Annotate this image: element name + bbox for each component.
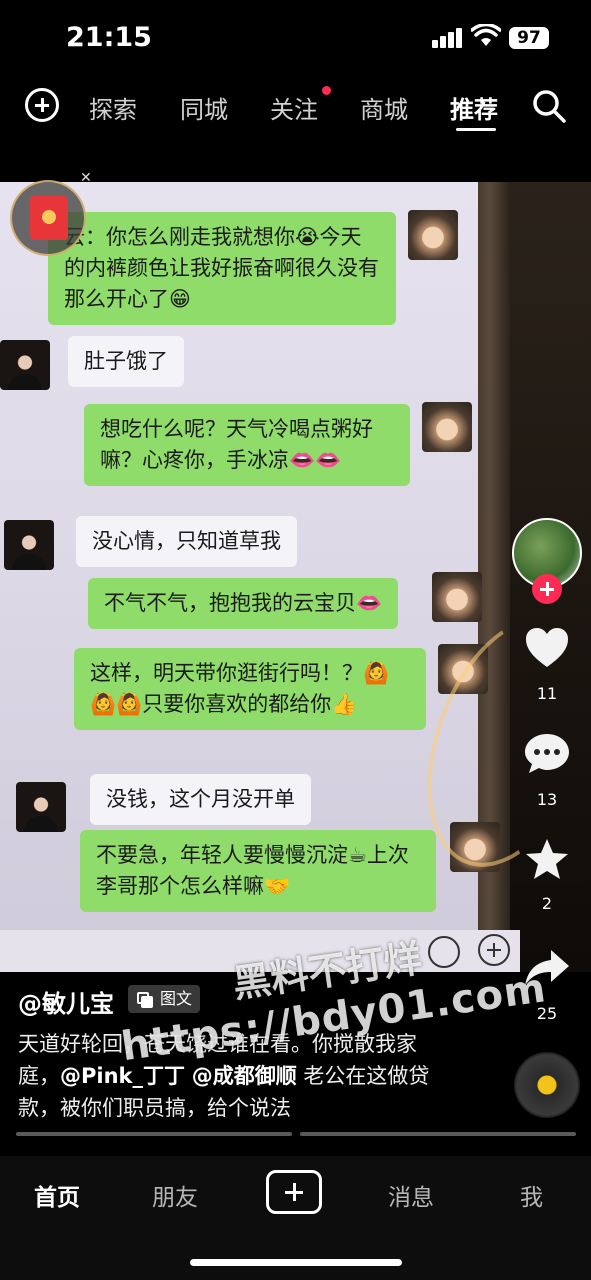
comment-count: 13: [536, 790, 558, 809]
top-nav: 探索 同城 关注 商城 推荐: [0, 78, 591, 138]
battery-indicator: 97: [509, 27, 549, 49]
comment-icon[interactable]: [523, 730, 571, 778]
status-bar: 21:15 97: [0, 0, 591, 78]
chat-bubble-received: 肚子饿了: [68, 336, 184, 387]
status-time: 21:15: [66, 22, 152, 53]
wifi-icon: [471, 24, 501, 46]
tab-recommend[interactable]: 推荐: [450, 90, 498, 125]
avatar: [16, 782, 66, 832]
heart-icon[interactable]: [523, 624, 571, 672]
chat-bubble-received: 没钱，这个月没开单: [90, 774, 311, 825]
bottom-nav: 首页 朋友 消息 我: [0, 1156, 591, 1280]
avatar: [408, 210, 458, 260]
music-disc-icon[interactable]: [514, 1052, 580, 1118]
active-tab-underline: [456, 128, 496, 131]
follow-plus-icon[interactable]: [532, 574, 562, 604]
nav-home[interactable]: 首页: [34, 1178, 80, 1212]
add-circle-icon[interactable]: [25, 88, 59, 122]
red-packet-icon[interactable]: [10, 180, 86, 256]
notification-dot: [322, 86, 331, 95]
tab-mall[interactable]: 商城: [360, 90, 408, 125]
close-icon[interactable]: ✕: [80, 170, 92, 186]
avatar: [0, 340, 50, 390]
nav-messages[interactable]: 消息: [388, 1178, 434, 1212]
cellular-signal-icon: [432, 28, 464, 48]
search-icon[interactable]: [531, 88, 567, 124]
tab-following[interactable]: 关注: [270, 90, 318, 125]
page-indicator: [300, 1132, 576, 1136]
avatar: [422, 402, 472, 452]
chat-bubble-sent: 不气不气，抱抱我的云宝贝👄: [88, 578, 399, 629]
tab-explore[interactable]: 探索: [89, 90, 137, 125]
avatar: [432, 572, 482, 622]
nav-friends[interactable]: 朋友: [152, 1178, 198, 1212]
star-icon[interactable]: [523, 836, 571, 884]
author-name[interactable]: @敏儿宝: [18, 984, 114, 1019]
nav-me[interactable]: 我: [520, 1178, 543, 1212]
like-count: 11: [536, 684, 558, 703]
chat-bubble-sent: 不要急，年轻人要慢慢沉淀☕上次李哥那个怎么样嘛🤝: [80, 830, 436, 912]
create-plus-button[interactable]: [266, 1170, 322, 1214]
home-indicator: [190, 1259, 402, 1266]
chat-bubble-sent: 云：你怎么刚走我就想你😭今天的内裤颜色让我好振奋啊很久没有那么开心了😁: [48, 212, 396, 325]
post-image[interactable]: 云：你怎么刚走我就想你😭今天的内裤颜色让我好振奋啊很久没有那么开心了😁 肚子饿了…: [0, 182, 591, 972]
avatar: [4, 520, 54, 570]
favorite-count: 2: [541, 894, 553, 913]
tab-nearby[interactable]: 同城: [180, 90, 228, 125]
chat-screenshot: 云：你怎么刚走我就想你😭今天的内裤颜色让我好振奋啊很久没有那么开心了😁 肚子饿了…: [0, 182, 500, 972]
page-indicator: [16, 1132, 292, 1136]
chat-bubble-received: 没心情，只知道草我: [76, 516, 297, 567]
mention-link[interactable]: @成都御顺: [192, 1064, 297, 1088]
chat-bubble-sent: 这样，明天带你逛街行吗！？🙆🙆🙆只要你喜欢的都给你👍: [74, 648, 426, 730]
chat-bubble-sent: 想吃什么呢？天气冷喝点粥好嘛？心疼你，手冰凉👄👄: [84, 404, 410, 486]
